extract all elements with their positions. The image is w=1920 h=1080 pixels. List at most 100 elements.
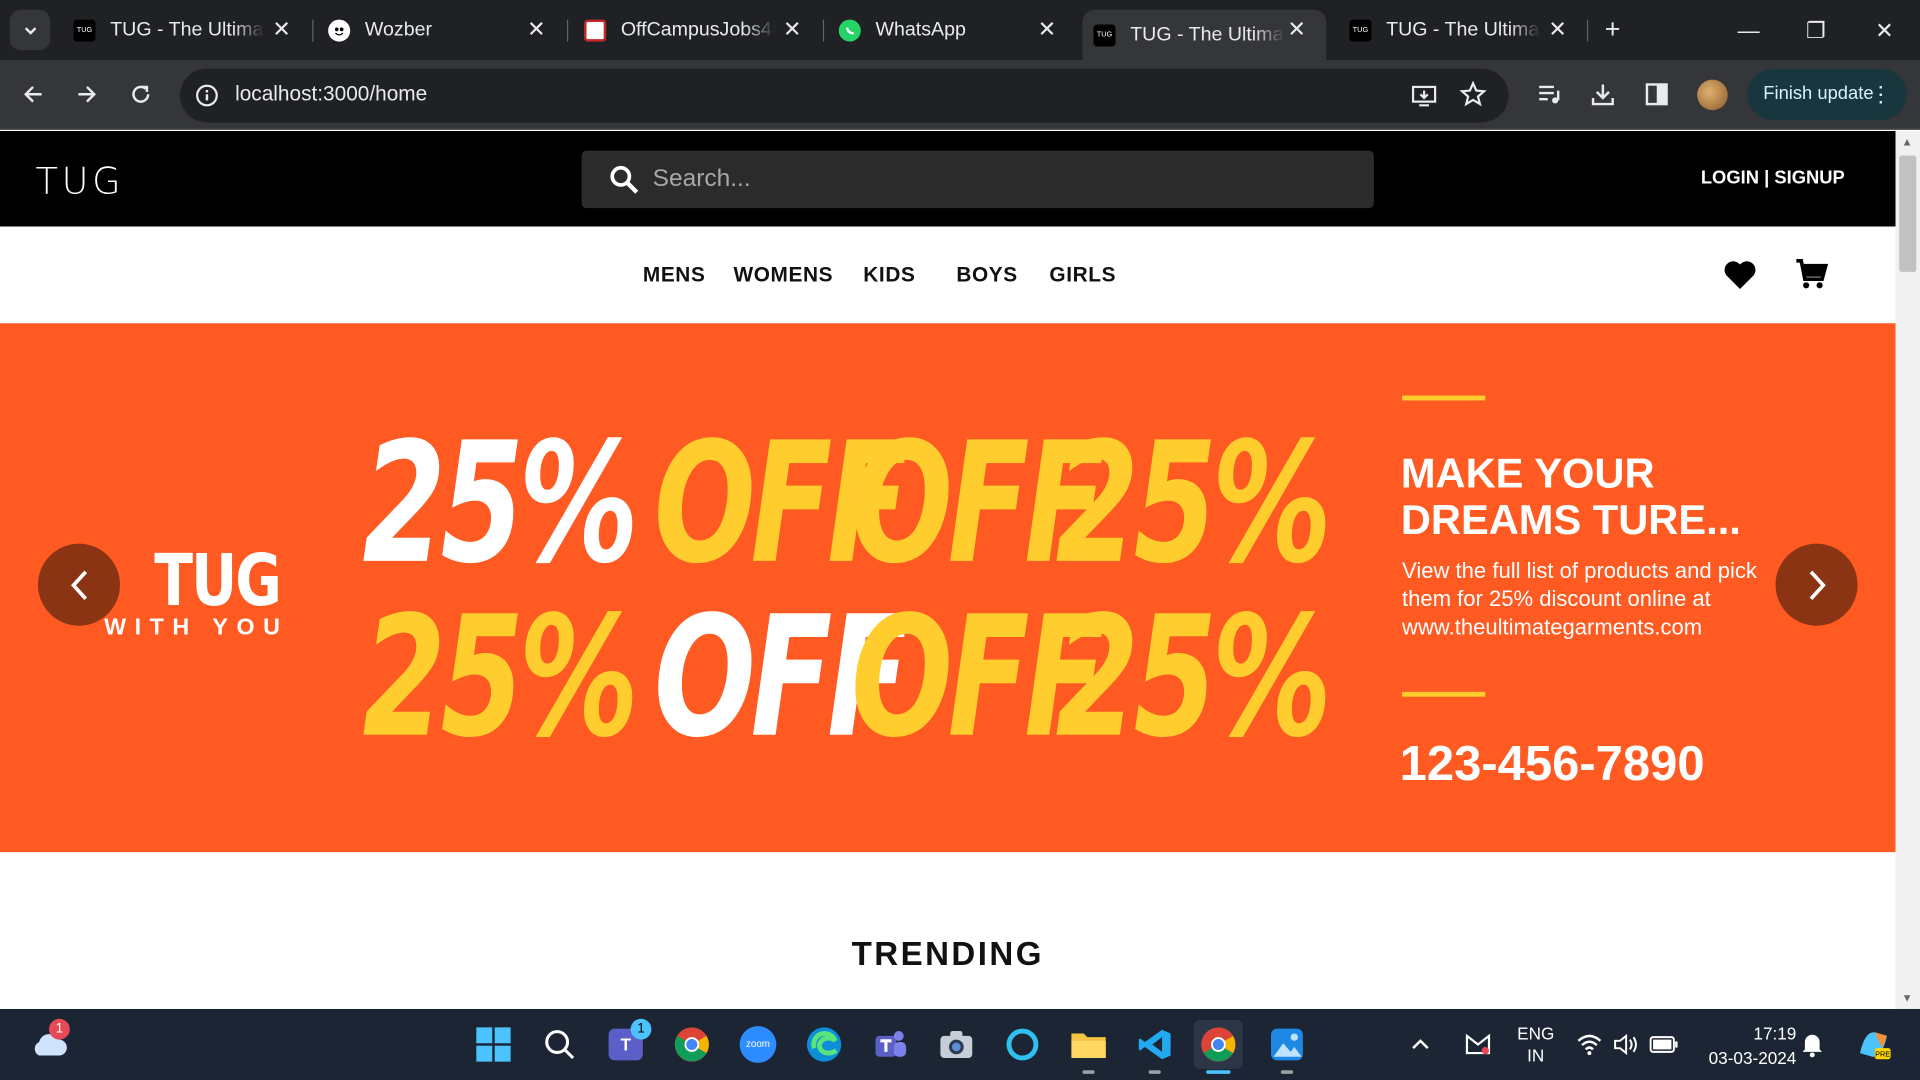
whatsapp-favicon-icon xyxy=(838,18,861,42)
close-window-button[interactable]: ✕ xyxy=(1866,12,1903,49)
media-control-button[interactable] xyxy=(1534,80,1563,109)
close-tab-icon[interactable]: ✕ xyxy=(780,17,804,41)
side-panel-button[interactable] xyxy=(1642,80,1671,109)
profile-avatar[interactable] xyxy=(1697,79,1728,111)
edge-app[interactable] xyxy=(800,1020,849,1069)
weather-widget[interactable]: 1 xyxy=(24,1018,73,1069)
show-hidden-icons-button[interactable] xyxy=(1406,1020,1435,1069)
chevron-up-icon xyxy=(1412,1039,1429,1050)
site-logo[interactable]: TUG xyxy=(36,160,125,203)
nav-girls[interactable]: GIRLS xyxy=(1049,263,1116,287)
promo-word: 25% xyxy=(362,407,638,602)
scroll-up-icon[interactable]: ▲ xyxy=(1902,136,1913,148)
tab-4[interactable]: WhatsApp ✕ xyxy=(838,0,1077,60)
tab-title: TUG - The Ultimate Garments xyxy=(110,18,264,40)
tab-search-button[interactable] xyxy=(9,9,51,51)
tray-app[interactable] xyxy=(1457,1020,1499,1069)
install-app-icon[interactable] xyxy=(1411,82,1438,109)
divider xyxy=(1402,691,1486,697)
close-tab-icon[interactable]: ✕ xyxy=(269,17,293,41)
finish-update-button[interactable]: Finish update ⋮ xyxy=(1747,68,1907,121)
tab-3[interactable]: OffCampusJobs4u ✕ xyxy=(584,0,822,60)
banner-headline: MAKE YOUR DREAMS TURE... xyxy=(1400,450,1741,544)
promo-word: 25% xyxy=(1055,407,1332,602)
cart-icon[interactable] xyxy=(1794,257,1829,291)
address-bar[interactable]: localhost:3000/home xyxy=(180,68,1509,123)
nav-womens[interactable]: WOMENS xyxy=(733,263,833,287)
more-vert-icon: ⋮ xyxy=(1869,82,1892,107)
category-nav: MENS WOMENS KIDS BOYS GIRLS xyxy=(0,226,1896,324)
start-button[interactable] xyxy=(469,1020,518,1069)
input-language[interactable]: ENG IN xyxy=(1517,1022,1554,1066)
url-text[interactable]: localhost:3000/home xyxy=(235,82,427,106)
restore-button[interactable]: ❐ xyxy=(1798,12,1835,49)
promo-word: 25% xyxy=(1055,581,1332,776)
banner-brand-sub: WITH YOU xyxy=(104,614,289,641)
teams-badge: 1 xyxy=(630,1018,652,1040)
windows-icon xyxy=(476,1027,511,1062)
wishlist-heart-icon[interactable] xyxy=(1723,258,1757,290)
trending-section: TRENDING xyxy=(0,852,1896,1009)
photos-app[interactable] xyxy=(1262,1020,1311,1074)
close-tab-icon[interactable]: ✕ xyxy=(1545,17,1569,41)
cortana-app[interactable] xyxy=(998,1020,1047,1069)
camera-app[interactable] xyxy=(932,1020,981,1069)
tab-title: Wozber xyxy=(364,18,433,40)
scroll-down-icon[interactable]: ▼ xyxy=(1902,992,1913,1004)
camera-icon xyxy=(940,1031,973,1058)
screen: TUG TUG - The Ultimate Garments ✕ Wozber… xyxy=(0,0,1920,1080)
file-explorer-app[interactable] xyxy=(1064,1020,1113,1074)
close-tab-icon[interactable]: ✕ xyxy=(1285,17,1309,41)
tug-favicon-icon: TUG xyxy=(1349,18,1372,42)
vscode-icon xyxy=(1138,1029,1171,1060)
notifications-button[interactable] xyxy=(1794,1020,1831,1069)
banner-phone: 123-456-7890 xyxy=(1399,737,1705,792)
battery-icon xyxy=(1649,1036,1678,1053)
clock-date: 03-03-2024 xyxy=(1708,1048,1797,1068)
teams-chat-app[interactable]: T 1 xyxy=(601,1018,652,1069)
tab-1[interactable]: TUG TUG - The Ultimate Garments ✕ xyxy=(73,0,311,60)
search-input[interactable] xyxy=(652,150,1339,209)
reload-button[interactable] xyxy=(125,78,157,110)
carousel-prev-button[interactable] xyxy=(37,543,121,626)
scroll-thumb[interactable] xyxy=(1899,155,1917,272)
clock-time: 17:19 xyxy=(1753,1023,1797,1044)
back-button[interactable] xyxy=(17,78,49,110)
tab-2[interactable]: Wozber ✕ xyxy=(328,0,566,60)
nav-mens[interactable]: MENS xyxy=(643,263,706,287)
copilot-button[interactable]: PRE xyxy=(1849,1020,1898,1069)
chrome-app-active[interactable] xyxy=(1193,1020,1243,1074)
tug-favicon-icon: TUG xyxy=(73,18,96,42)
edge-icon xyxy=(806,1027,842,1062)
nav-boys[interactable]: BOYS xyxy=(956,263,1017,287)
bookmark-star-icon[interactable] xyxy=(1459,80,1487,108)
tab-6[interactable]: TUG TUG - The Ultimate Garments ✕ xyxy=(1349,0,1587,60)
site-info-icon[interactable] xyxy=(195,83,219,107)
nav-kids[interactable]: KIDS xyxy=(863,263,915,287)
chrome-app[interactable] xyxy=(667,1020,716,1069)
forward-button[interactable] xyxy=(71,78,103,110)
system-clock[interactable]: 17:19 03-03-2024 xyxy=(1696,1021,1797,1070)
vscode-app[interactable] xyxy=(1130,1020,1179,1074)
teams-app[interactable] xyxy=(866,1020,915,1069)
search-icon[interactable] xyxy=(609,164,641,196)
reload-icon xyxy=(132,85,150,103)
carousel-next-button[interactable] xyxy=(1775,543,1858,626)
quick-settings[interactable] xyxy=(1575,1020,1680,1069)
trending-heading: TRENDING xyxy=(851,935,1044,973)
minimize-button[interactable]: — xyxy=(1730,12,1767,49)
chevron-right-icon xyxy=(1809,569,1826,600)
taskbar-search[interactable] xyxy=(535,1020,584,1069)
close-tab-icon[interactable]: ✕ xyxy=(1035,17,1059,41)
promo-banner: TUG WITH YOU 25% OFF OFF 25% 25% OFF OFF… xyxy=(0,323,1896,853)
page-scrollbar[interactable]: ▲ ▼ xyxy=(1895,131,1920,1009)
browser-toolbar: localhost:3000/home Finish update ⋮ xyxy=(0,60,1920,130)
downloads-button[interactable] xyxy=(1588,80,1617,109)
zoom-app[interactable]: zoom xyxy=(733,1020,782,1069)
active-indicator xyxy=(1206,1070,1231,1074)
new-tab-button[interactable]: + xyxy=(1598,14,1627,44)
close-tab-icon[interactable]: ✕ xyxy=(524,17,548,41)
login-signup-link[interactable]: LOGIN | SIGNUP xyxy=(1701,168,1845,189)
search-box[interactable] xyxy=(581,150,1374,209)
tab-5-active[interactable]: TUG TUG - The Ultimate Garments ✕ xyxy=(1082,9,1327,61)
